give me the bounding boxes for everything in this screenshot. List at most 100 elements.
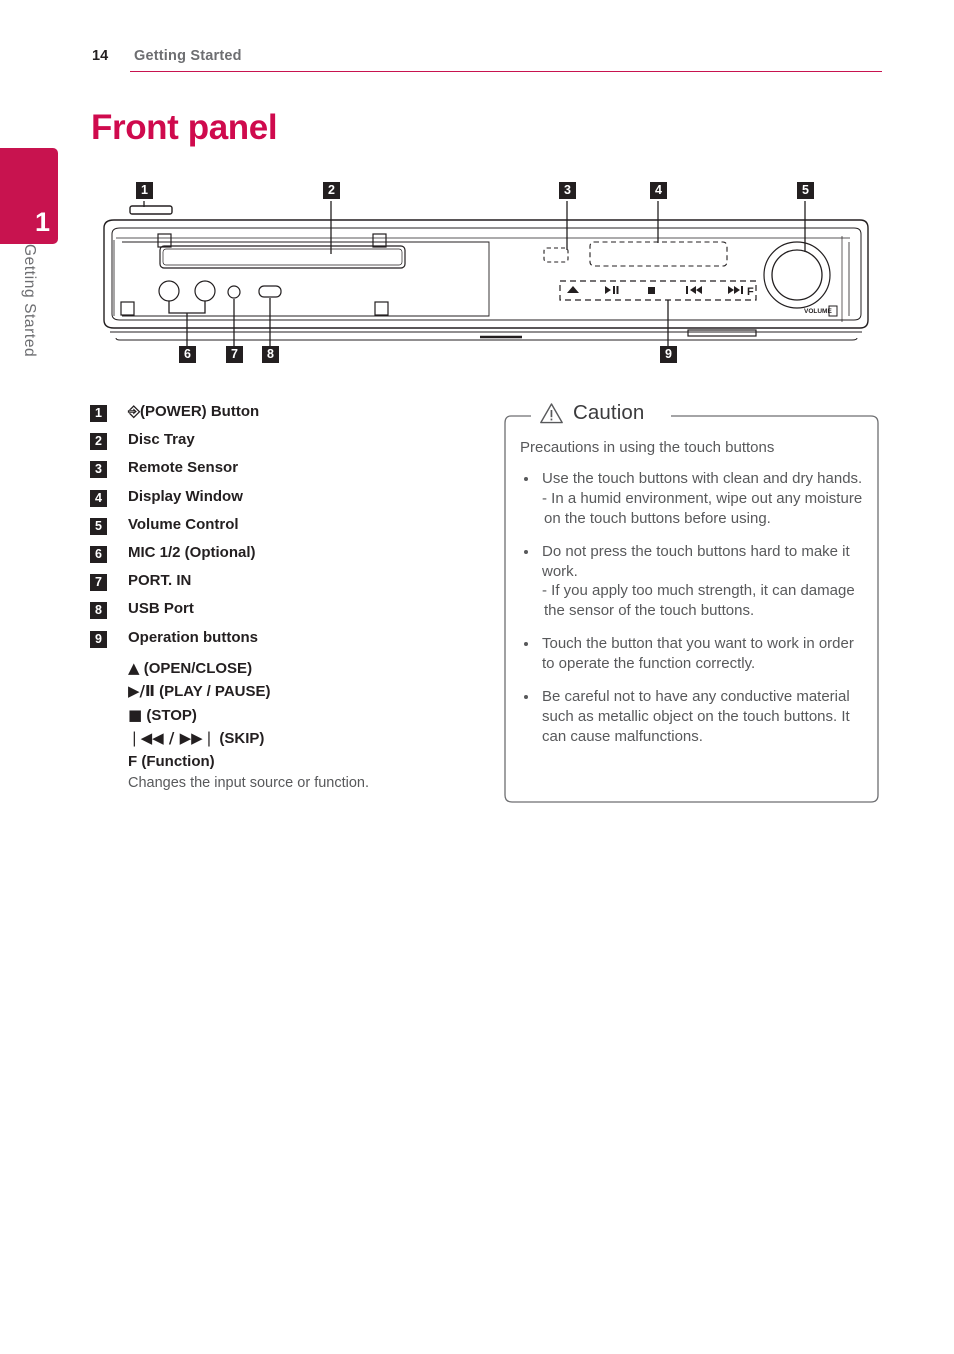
legend-badge-7: 7 <box>90 574 107 592</box>
legend-badge-1: 1 <box>90 405 107 422</box>
function-icon: F <box>747 286 754 298</box>
legend-item-1: 1 ⎆(POWER) Button <box>90 402 480 431</box>
figure-callout-6: 6 <box>179 346 196 363</box>
caution-box: Caution Precautions in using the touch b… <box>503 398 880 804</box>
legend-label-8: USB Port <box>128 600 194 618</box>
front-panel-legend: 1 ⎆(POWER) Button 2 Disc Tray 3 Remote S… <box>90 402 480 795</box>
chapter-vertical-label: Getting Started <box>0 244 58 444</box>
front-panel-drawing: F VOLUME <box>103 201 869 354</box>
caution-bullet-1-main: Use the touch buttons with clean and dry… <box>542 469 863 487</box>
operation-sub-play-pause-text: (PLAY / PAUSE) <box>159 683 271 701</box>
stop-icon <box>648 287 655 294</box>
eject-icon: ▲ <box>128 658 140 677</box>
legend-item-4: 4 Display Window <box>90 488 480 516</box>
caution-bullet-3: Touch the button that you want to work i… <box>520 634 864 674</box>
bullet-dot-icon <box>524 642 528 647</box>
caution-bullet-1: Use the touch buttons with clean and dry… <box>520 469 864 529</box>
caution-bullet-2-dash: - If you apply too much strength, it can… <box>542 582 855 620</box>
power-button-shape <box>129 205 173 215</box>
legend-item-5: 5 Volume Control <box>90 516 480 544</box>
legend-badge-4: 4 <box>90 489 107 507</box>
figure-callout-5: 5 <box>797 182 814 199</box>
operation-sub-open-close-text: (OPEN/CLOSE) <box>143 659 253 677</box>
leader-lines <box>143 201 806 354</box>
caution-intro: Precautions in using the touch buttons <box>520 439 775 456</box>
figure-callout-3: 3 <box>559 182 576 199</box>
figure-callout-7: 7 <box>226 346 243 363</box>
legend-label-7: PORT. IN <box>128 572 192 590</box>
power-icon: ⎆ <box>128 402 141 420</box>
operation-sub-stop: ■ (STOP) <box>90 704 480 728</box>
legend-item-3: 3 Remote Sensor <box>90 459 480 487</box>
bullet-dot-icon <box>524 476 528 481</box>
legend-item-7: 7 PORT. IN <box>90 572 480 600</box>
page-title: Front panel <box>91 108 278 147</box>
page-number: 14 <box>92 48 109 64</box>
operation-sub-play-pause: ▶/Ⅱ (PLAY / PAUSE) <box>90 680 480 704</box>
legend-label-5: Volume Control <box>128 515 239 533</box>
operation-buttons-strip <box>559 280 757 301</box>
operation-sub-skip-text: (SKIP) <box>219 730 265 748</box>
legend-item-9: 9 Operation buttons <box>90 629 480 657</box>
figure-callout-1: 1 <box>136 182 153 199</box>
header-section-title: Getting Started <box>134 48 242 64</box>
remote-sensor-shape <box>543 247 569 263</box>
caution-bullet-4-main: Be careful not to have any conductive ma… <box>542 688 850 746</box>
chapter-tab: 1 <box>0 148 58 244</box>
bullet-dot-icon <box>524 695 528 700</box>
legend-item-6: 6 MIC 1/2 (Optional) <box>90 544 480 572</box>
legend-label-6: MIC 1/2 (Optional) <box>128 543 256 561</box>
mic-jack-2-shape <box>194 280 216 302</box>
function-icon: F <box>128 752 138 770</box>
legend-badge-6: 6 <box>90 545 107 563</box>
caution-bullet-4: Be careful not to have any conductive ma… <box>520 687 864 747</box>
front-panel-figure: F VOLUME 1 2 3 4 5 6 7 8 9 <box>92 180 882 375</box>
legend-label-4: Display Window <box>128 487 243 505</box>
display-window-shape <box>589 241 728 267</box>
chapter-label-text: Getting Started <box>21 244 38 358</box>
operation-note: Changes the input source or function. <box>128 775 370 792</box>
play-pause-icon: ▶/Ⅱ <box>128 682 155 701</box>
figure-callout-4: 4 <box>650 182 667 199</box>
legend-badge-8: 8 <box>90 602 107 620</box>
page-header: 14 Getting Started <box>92 48 882 78</box>
figure-callout-8: 8 <box>262 346 279 363</box>
legend-badge-5: 5 <box>90 517 107 535</box>
play-pause-icon <box>605 286 619 294</box>
figure-callout-2: 2 <box>323 182 340 199</box>
chapter-number: 1 <box>34 207 50 237</box>
caution-bullet-2-main: Do not press the touch buttons hard to m… <box>542 542 850 580</box>
skip-icon: ❘◀◀ / ▶▶❘ <box>128 729 216 748</box>
figure-callout-9: 9 <box>660 346 677 363</box>
mic-jack-1-shape <box>158 280 180 302</box>
operation-sub-open-close: ▲ (OPEN/CLOSE) <box>90 657 480 681</box>
skip-forward-icon <box>728 286 743 294</box>
legend-label-1-text: (POWER) Button <box>140 403 260 420</box>
operation-sub-stop-text: (STOP) <box>146 706 197 724</box>
caution-body: Precautions in using the touch buttons U… <box>520 438 864 760</box>
skip-back-icon <box>686 286 702 294</box>
operation-sub-function-text: (Function) <box>141 752 215 770</box>
legend-label-3: Remote Sensor <box>128 459 239 477</box>
volume-knob-shape <box>771 249 823 301</box>
legend-badge-3: 3 <box>90 461 107 479</box>
legend-badge-9: 9 <box>90 630 107 648</box>
legend-badge-2: 2 <box>90 433 107 451</box>
caution-heading-text: Caution <box>573 401 645 424</box>
usb-port-shape <box>258 285 282 298</box>
header-rule <box>130 71 882 73</box>
caution-bullet-1-dash: - In a humid environment, wipe out any m… <box>542 489 863 527</box>
port-in-shape <box>227 285 241 299</box>
legend-item-8: 8 USB Port <box>90 600 480 628</box>
legend-label-1: ⎆(POWER) Button <box>128 402 480 421</box>
legend-label-9: Operation buttons <box>128 628 258 646</box>
volume-label: VOLUME <box>804 308 832 315</box>
legend-item-2: 2 Disc Tray <box>90 431 480 459</box>
eject-icon <box>567 286 579 293</box>
stop-icon: ■ <box>128 705 143 724</box>
caution-bullet-2: Do not press the touch buttons hard to m… <box>520 542 864 622</box>
bullet-dot-icon <box>524 549 528 554</box>
caution-heading: Caution <box>534 398 653 428</box>
legend-label-2: Disc Tray <box>128 431 195 449</box>
warning-triangle-icon <box>540 402 563 423</box>
